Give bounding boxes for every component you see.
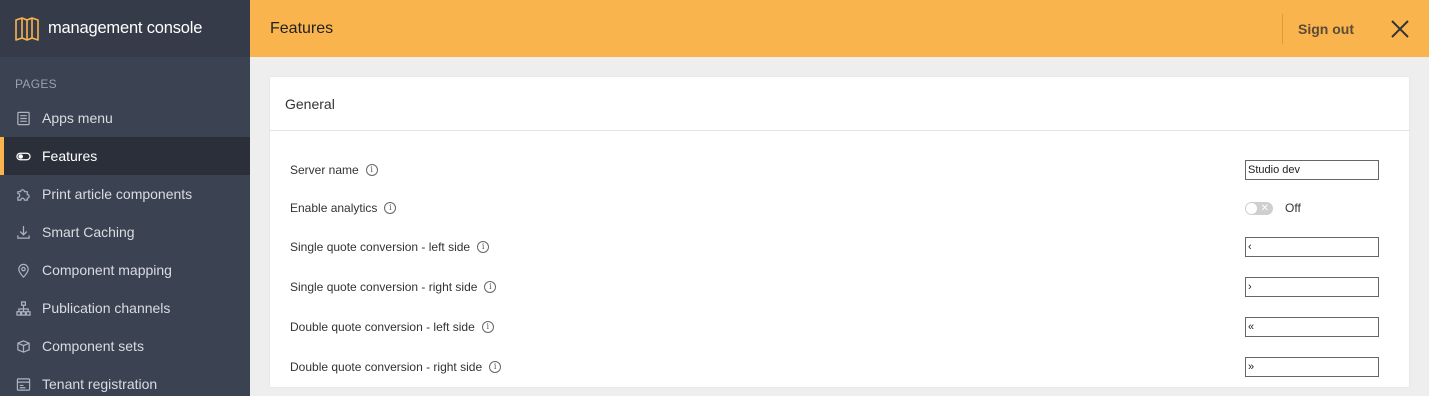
sidebar-item-label: Print article components xyxy=(42,186,193,202)
sidebar-item-component-mapping[interactable]: Component mapping xyxy=(0,251,250,289)
setting-row-double-quote-right: Double quote conversion - right side i xyxy=(270,347,1409,387)
setting-label: Server name xyxy=(290,163,359,177)
toggle-icon xyxy=(15,148,31,164)
sidebar-item-label: Apps menu xyxy=(42,110,113,126)
double-quote-left-input[interactable] xyxy=(1245,317,1379,337)
download-icon xyxy=(15,224,31,240)
general-settings-card: General Server name i Enable analytics i… xyxy=(270,77,1409,387)
setting-label: Single quote conversion - right side xyxy=(290,280,478,294)
sidebar-item-component-sets[interactable]: Component sets xyxy=(0,327,250,365)
setting-row-double-quote-left: Double quote conversion - left side i xyxy=(270,307,1409,347)
sidebar-item-print-article-components[interactable]: Print article components xyxy=(0,175,250,213)
puzzle-icon xyxy=(15,186,31,202)
analytics-toggle-group: ✕ Off xyxy=(1245,201,1301,215)
info-icon[interactable]: i xyxy=(477,241,490,253)
brand-name: management console xyxy=(48,19,203,37)
info-icon[interactable]: i xyxy=(489,361,502,373)
toggle-off-icon: ✕ xyxy=(1260,202,1269,214)
sidebar-item-label: Publication channels xyxy=(42,300,171,316)
sidebar-item-label: Smart Caching xyxy=(42,224,135,240)
sidebar-item-tenant-registration[interactable]: Tenant registration xyxy=(0,365,250,396)
brand[interactable]: management console xyxy=(0,0,250,57)
page-title: Features xyxy=(270,19,334,37)
sitemap-icon xyxy=(15,300,31,316)
sidebar-item-publication-channels[interactable]: Publication channels xyxy=(0,289,250,327)
map-pin-icon xyxy=(15,262,31,278)
setting-label: Double quote conversion - right side xyxy=(290,360,483,374)
server-name-input[interactable] xyxy=(1245,160,1379,180)
analytics-toggle[interactable]: ✕ xyxy=(1245,201,1273,215)
toggle-knob xyxy=(1246,202,1257,214)
double-quote-right-input[interactable] xyxy=(1245,357,1379,377)
sidebar-item-label: Component sets xyxy=(42,338,144,354)
setting-label: Enable analytics xyxy=(290,201,378,215)
setting-row-single-quote-right: Single quote conversion - right side i xyxy=(270,267,1409,307)
setting-label: Double quote conversion - left side xyxy=(290,320,475,334)
page-header: Features Sign out xyxy=(250,0,1429,57)
list-icon xyxy=(15,110,31,126)
setting-row-single-quote-left: Single quote conversion - left side i xyxy=(270,227,1409,267)
sidebar: management console PAGES Apps menu Featu… xyxy=(0,0,250,396)
setting-row-server-name: Server name i xyxy=(270,151,1409,189)
card-title: General xyxy=(270,77,1409,131)
pages-section-label: PAGES xyxy=(15,77,57,91)
sidebar-item-label: Component mapping xyxy=(42,262,172,278)
sidebar-item-smart-caching[interactable]: Smart Caching xyxy=(0,213,250,251)
map-logo-icon xyxy=(14,16,40,42)
box-icon xyxy=(15,338,31,354)
toggle-state-label: Off xyxy=(1285,201,1301,215)
header-divider xyxy=(1282,13,1283,44)
close-icon[interactable] xyxy=(1390,19,1410,39)
sign-out-button[interactable]: Sign out xyxy=(1298,21,1354,37)
info-icon[interactable]: i xyxy=(365,164,378,176)
info-icon[interactable]: i xyxy=(484,281,497,293)
sidebar-item-apps-menu[interactable]: Apps menu xyxy=(0,99,250,137)
sidebar-item-label: Tenant registration xyxy=(42,376,158,392)
registration-icon xyxy=(15,376,31,392)
info-icon[interactable]: i xyxy=(384,202,397,214)
setting-row-enable-analytics: Enable analytics i ✕ Off xyxy=(270,189,1409,227)
sidebar-item-features[interactable]: Features xyxy=(0,137,250,175)
single-quote-right-input[interactable] xyxy=(1245,277,1379,297)
info-icon[interactable]: i xyxy=(481,321,494,333)
setting-label: Single quote conversion - left side xyxy=(290,240,471,254)
single-quote-left-input[interactable] xyxy=(1245,237,1379,257)
sidebar-item-label: Features xyxy=(42,148,98,164)
